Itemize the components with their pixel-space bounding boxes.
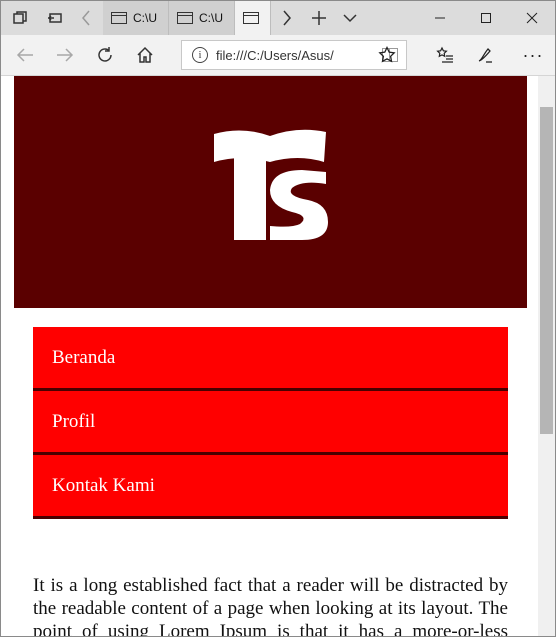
navigation-bar: i file:///C:/Users/Asus/ ··· [1,35,555,76]
tab-preview-chevron-down-icon[interactable] [335,1,365,35]
title-bar: C:\U C:\U [1,1,555,35]
info-icon[interactable]: i [192,47,208,63]
refresh-icon[interactable] [85,35,125,75]
home-icon[interactable] [125,35,165,75]
menu-item-label: Beranda [52,346,116,368]
intro-paragraph: It is a long established fact that a rea… [33,575,508,637]
tab-2-label: C:\U [199,11,223,25]
page-icon [177,12,193,24]
set-tabs-aside-icon[interactable] [39,1,71,35]
menu-item-profil[interactable]: Profil [33,391,508,455]
favorites-hub-icon[interactable] [425,35,465,75]
menu-item-beranda[interactable]: Beranda [33,327,508,391]
scrollbar-thumb[interactable] [540,107,553,434]
new-tab-icon[interactable] [303,1,335,35]
menu-item-label: Kontak Kami [52,474,155,496]
minimize-icon[interactable] [417,1,463,35]
back-icon[interactable] [5,35,45,75]
site-logo [214,129,328,240]
page-viewport: Beranda Profil Kontak Kami It is a long … [1,76,538,637]
address-url[interactable]: file:///C:/Users/Asus/ [216,48,376,63]
browser-window: C:\U C:\U i file:///C:/Users/Asus/ ··· B… [0,0,556,637]
tab-1-label: C:\U [133,11,157,25]
vertical-scrollbar[interactable] [538,76,555,636]
favorite-star-icon[interactable] [367,35,407,75]
tab-2[interactable]: C:\U [169,1,235,35]
main-menu: Beranda Profil Kontak Kami [33,327,508,519]
hero-banner [14,76,527,308]
close-icon[interactable] [509,1,555,35]
tab-scroll-left-icon[interactable] [71,1,101,35]
more-options-icon[interactable]: ··· [513,35,553,75]
page-icon [111,12,127,24]
maximize-icon[interactable] [463,1,509,35]
menu-item-kontak-kami[interactable]: Kontak Kami [33,455,508,519]
forward-icon[interactable] [45,35,85,75]
pen-notes-icon[interactable] [465,35,505,75]
tab-3-active[interactable] [235,1,271,35]
tab-1[interactable]: C:\U [103,1,169,35]
tab-scroll-right-icon[interactable] [273,1,301,35]
menu-item-label: Profil [52,410,96,432]
tab-actions-icon[interactable] [1,1,39,35]
page-icon [243,12,259,24]
